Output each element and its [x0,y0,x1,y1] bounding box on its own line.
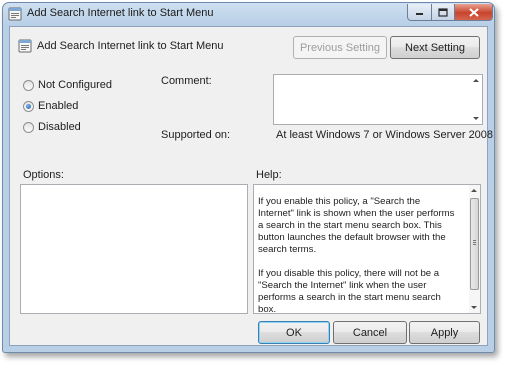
options-label: Options: [23,169,64,181]
maximize-button[interactable] [431,4,455,21]
comment-label: Comment: [161,75,212,87]
close-icon [468,7,479,17]
supported-on-value: At least Windows 7 or Windows Server 200… [276,129,495,141]
comment-textarea[interactable] [273,74,483,125]
help-paragraph: If you disable this policy, there will n… [258,268,441,315]
dialog-body: Add Search Internet link to Start Menu P… [9,26,494,346]
supported-on-label: Supported on: [161,129,231,141]
scroll-up-icon[interactable] [473,79,479,82]
radio-not-configured-label: Not Configured [38,79,112,91]
dialog-window: Add Search Internet link to Start Menu A… [2,2,495,353]
help-scrollbar[interactable] [469,185,480,313]
help-scroll-thumb[interactable] [470,198,479,290]
radio-enabled-control[interactable] [23,101,34,112]
policy-name: Add Search Internet link to Start Menu [37,40,224,52]
radio-not-configured-control[interactable] [23,80,34,91]
close-button[interactable] [454,4,493,21]
radio-disabled-control[interactable] [23,122,34,133]
title-bar[interactable]: Add Search Internet link to Start Menu [3,3,494,25]
help-text: If you enable this policy, a "Search the… [258,196,458,328]
help-paragraph: If you enable this policy, a "Search the… [258,196,455,255]
window-title: Add Search Internet link to Start Menu [27,7,214,19]
ok-button[interactable]: OK [258,321,330,344]
policy-icon [8,7,22,21]
scroll-down-icon[interactable] [473,117,479,120]
minimize-icon [416,13,423,15]
scroll-down-icon[interactable] [471,306,477,309]
apply-button[interactable]: Apply [409,321,480,344]
scroll-up-icon[interactable] [471,189,477,192]
previous-setting-button[interactable]: Previous Setting [293,36,387,59]
help-label: Help: [256,169,282,181]
cancel-button[interactable]: Cancel [333,321,407,344]
comment-scrollbar[interactable] [471,75,482,124]
help-pane[interactable]: If you enable this policy, a "Search the… [253,184,481,315]
radio-disabled-label: Disabled [38,121,81,133]
minimize-button[interactable] [407,4,432,21]
policy-icon [18,39,32,53]
grip-icon [473,240,476,241]
next-setting-button[interactable]: Next Setting [390,36,480,59]
radio-enabled-label: Enabled [38,100,79,112]
maximize-icon [438,7,448,17]
options-pane[interactable] [20,184,248,314]
